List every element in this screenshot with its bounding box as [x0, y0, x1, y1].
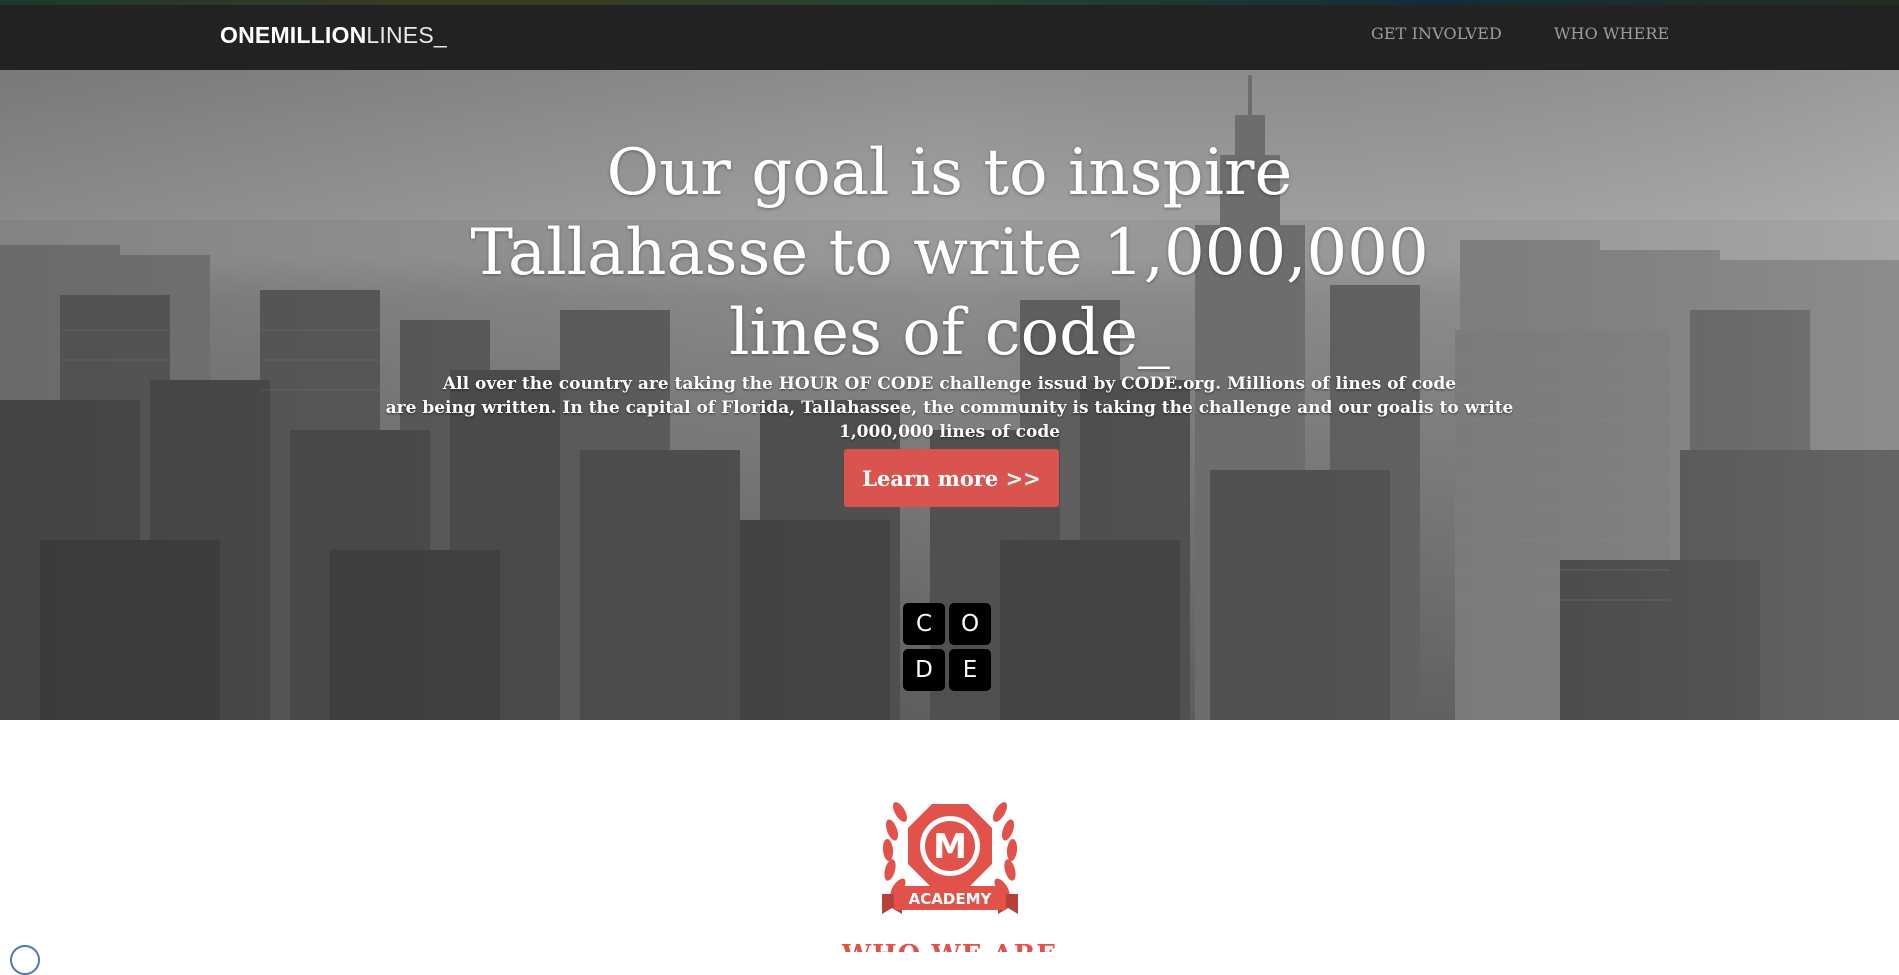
hero-description-line: 1,000,000 lines of code — [838, 422, 1061, 442]
hero-title-line: Our goal is to inspire — [606, 135, 1293, 210]
circle-icon[interactable] — [10, 945, 40, 975]
nav-link-who-where[interactable]: WHO WHERE — [1554, 24, 1669, 43]
brand-logo[interactable]: ONEMILLIONLINES_ — [220, 22, 447, 49]
nav-link-get-involved[interactable]: GET INVOLVED — [1371, 24, 1502, 43]
academy-badge-logo: M ACADEMY — [882, 802, 1018, 914]
hero-description-line: are being written. In the capital of Flo… — [385, 398, 1514, 418]
hero-section: Our goal is to inspire Tallahasse to wri… — [0, 70, 1899, 720]
hero-title-line: Tallahasse to write 1,000,000 — [470, 215, 1429, 290]
hero-description-line: All over the country are taking the HOUR… — [442, 374, 1457, 394]
navbar: ONEMILLIONLINES_ GET INVOLVED WHO WHERE — [0, 5, 1899, 70]
academy-monogram: M — [933, 827, 967, 867]
code-tile: C — [903, 603, 945, 645]
hero-title: Our goal is to inspire Tallahasse to wri… — [0, 133, 1899, 373]
code-tile: D — [903, 649, 945, 691]
code-tile: E — [949, 649, 991, 691]
brand-light: LINES_ — [366, 22, 447, 48]
code-tile: O — [949, 603, 991, 645]
hero-description: All over the country are taking the HOUR… — [0, 372, 1899, 444]
academy-ribbon-text: ACADEMY — [909, 890, 993, 908]
code-org-logo[interactable]: C O D E — [903, 603, 993, 693]
brand-bold: ONEMILLION — [220, 22, 367, 48]
learn-more-button[interactable]: Learn more >> — [844, 449, 1059, 507]
who-we-are-heading: WHO WE ARE — [0, 935, 1899, 952]
hero-title-line: lines of code_ — [729, 295, 1170, 370]
